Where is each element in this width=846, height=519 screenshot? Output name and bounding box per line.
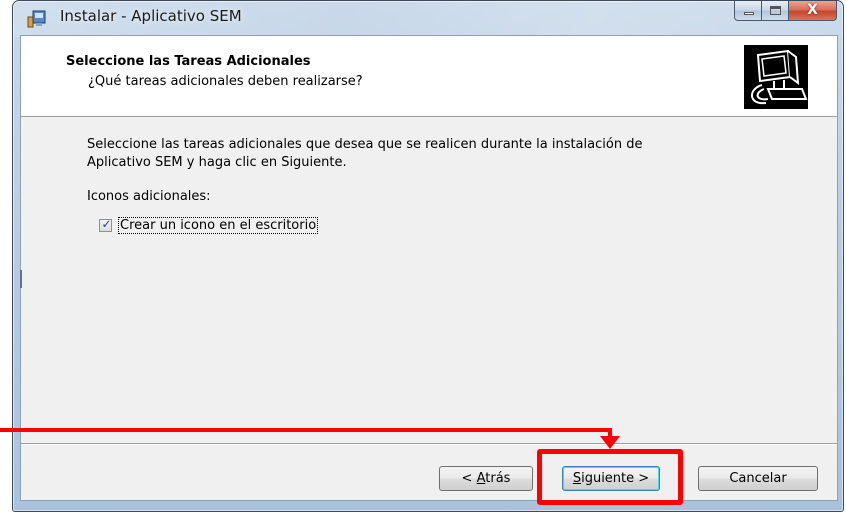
page-title: Seleccione las Tareas Adicionales	[66, 54, 311, 69]
task-label[interactable]: Crear un icono en el escritorio	[118, 217, 319, 234]
back-button[interactable]: < Atrás	[439, 466, 533, 491]
description-line-1: Seleccione las tareas adicionales que de…	[87, 137, 643, 152]
computer-installer-icon	[744, 45, 808, 109]
back-label-prefix: <	[461, 471, 477, 486]
back-label-rest: trás	[485, 471, 511, 486]
frame-edge-highlight	[20, 270, 22, 288]
close-button[interactable]: X	[789, 1, 837, 21]
footer-divider	[21, 443, 837, 445]
task-desktop-icon[interactable]: ✓ Crear un icono en el escritorio	[99, 217, 319, 234]
back-label-access: A	[476, 471, 486, 486]
annotation-highlight-box	[537, 449, 683, 505]
annotation-arrow-head-icon	[600, 436, 620, 449]
minimize-icon	[744, 12, 754, 15]
additional-icons-label: Iconos adicionales:	[87, 189, 211, 204]
installer-app-icon	[27, 8, 47, 28]
cancel-button[interactable]: Cancelar	[698, 466, 818, 491]
maximize-button[interactable]	[762, 1, 789, 21]
close-icon: X	[807, 2, 818, 18]
wizard-header: Seleccione las Tareas Adicionales ¿Qué t…	[21, 36, 837, 117]
description-line-2: Aplicativo SEM y haga clic en Siguiente.	[87, 155, 347, 170]
window-title: Instalar - Aplicativo SEM	[60, 7, 242, 25]
minimize-button[interactable]	[734, 1, 762, 21]
checkmark-icon: ✓	[101, 217, 112, 231]
desktop-icon-checkbox[interactable]: ✓	[99, 217, 112, 232]
page-subtitle: ¿Qué tareas adicionales deben realizarse…	[88, 74, 363, 89]
maximize-icon	[770, 6, 781, 15]
description-text: Seleccione las tareas adicionales que de…	[87, 136, 787, 172]
annotation-arrow-line	[0, 428, 612, 432]
caption-buttons: X	[734, 1, 837, 23]
